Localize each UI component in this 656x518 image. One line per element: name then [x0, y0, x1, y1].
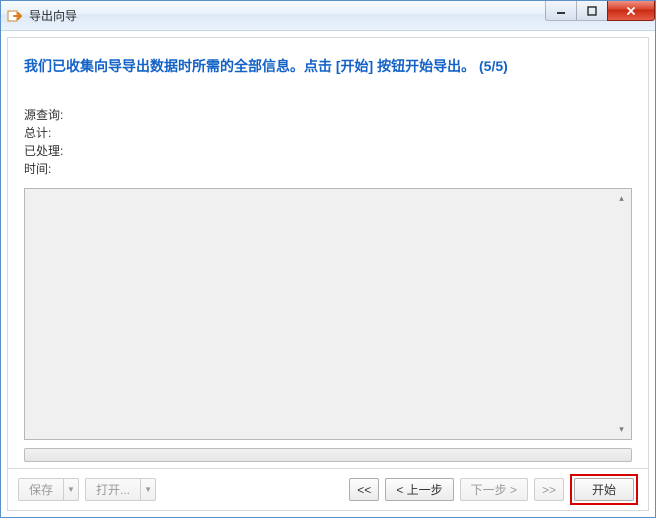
scroll-down-icon[interactable]: ▾: [614, 422, 629, 437]
export-wizard-icon: [7, 8, 23, 24]
window-controls: [546, 1, 655, 21]
start-button-highlight: 开始: [570, 474, 638, 505]
info-block: 源查询: 总计: 已处理: 时间:: [8, 86, 648, 182]
save-split-button[interactable]: 保存 ▼: [18, 478, 79, 501]
titlebar[interactable]: 导出向导: [1, 1, 655, 31]
wizard-header-message: 我们已收集向导导出数据时所需的全部信息。点击 [开始] 按钮开始导出。 (5/5…: [8, 38, 648, 86]
log-textarea[interactable]: ▴ ▾: [24, 188, 632, 440]
total-label: 总计:: [24, 124, 74, 142]
progress-bar: [24, 448, 632, 462]
info-row-source-query: 源查询:: [24, 106, 632, 124]
save-dropdown-icon[interactable]: ▼: [63, 478, 79, 501]
start-button[interactable]: 开始: [574, 478, 634, 501]
info-row-total: 总计:: [24, 124, 632, 142]
maximize-button[interactable]: [576, 1, 608, 21]
open-button-label: 打开...: [85, 478, 140, 501]
open-split-button[interactable]: 打开... ▼: [85, 478, 156, 501]
next-button: 下一步 >: [460, 478, 528, 501]
time-label: 时间:: [24, 160, 74, 178]
scroll-up-icon[interactable]: ▴: [614, 191, 629, 206]
processed-label: 已处理:: [24, 142, 74, 160]
minimize-button[interactable]: [545, 1, 577, 21]
open-dropdown-icon[interactable]: ▼: [140, 478, 156, 501]
first-page-button[interactable]: <<: [349, 478, 379, 501]
info-row-time: 时间:: [24, 160, 632, 178]
previous-button[interactable]: < 上一步: [385, 478, 453, 501]
save-button-label: 保存: [18, 478, 63, 501]
last-page-button: >>: [534, 478, 564, 501]
info-row-processed: 已处理:: [24, 142, 632, 160]
source-query-label: 源查询:: [24, 106, 74, 124]
content-frame: 我们已收集向导导出数据时所需的全部信息。点击 [开始] 按钮开始导出。 (5/5…: [7, 37, 649, 511]
wizard-footer: 保存 ▼ 打开... ▼ << < 上一步 下一步 > >> 开始: [8, 468, 648, 510]
window-title: 导出向导: [29, 7, 77, 24]
export-wizard-window: 导出向导 我们已收集向导导出数据时所需的全部信息。点击 [开始] 按钮开始导出。…: [0, 0, 656, 518]
close-button[interactable]: [607, 1, 655, 21]
